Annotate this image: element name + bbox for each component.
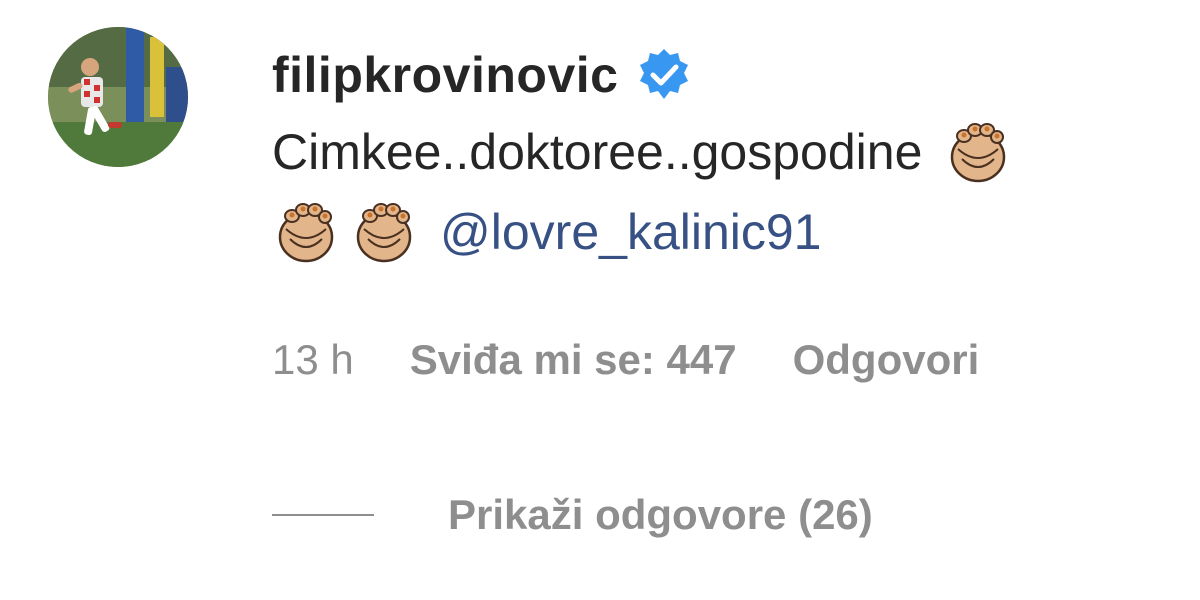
reply-button[interactable]: Odgovori: [793, 336, 980, 384]
comment-meta: 13 h Sviđa mi se: 447 Odgovori: [272, 330, 979, 390]
mention-link[interactable]: @lovre_kalinic91: [440, 204, 822, 260]
comment-text: Cimkee..doktoree..gospodine @lovre_kalin…: [272, 112, 1172, 272]
comment-body: Cimkee..doktoree..gospodine: [272, 124, 923, 180]
clapping-hands-icon: [350, 199, 418, 267]
timestamp[interactable]: 13 h: [272, 336, 354, 384]
clapping-hands-icon: [272, 199, 340, 267]
comment: filipkrovinovic Cimkee..doktoree..gospod…: [0, 0, 1200, 600]
likes-count[interactable]: Sviđa mi se: 447: [410, 336, 737, 384]
view-replies-label: Prikaži odgovore (26): [448, 491, 873, 538]
divider-line: [272, 514, 374, 516]
username[interactable]: filipkrovinovic: [272, 46, 618, 104]
verified-badge-icon: [636, 47, 692, 103]
username-row: filipkrovinovic: [272, 40, 692, 110]
avatar[interactable]: [48, 27, 188, 167]
view-replies-button[interactable]: Prikaži odgovore (26): [272, 485, 873, 545]
clapping-hands-icon: [944, 119, 1012, 187]
